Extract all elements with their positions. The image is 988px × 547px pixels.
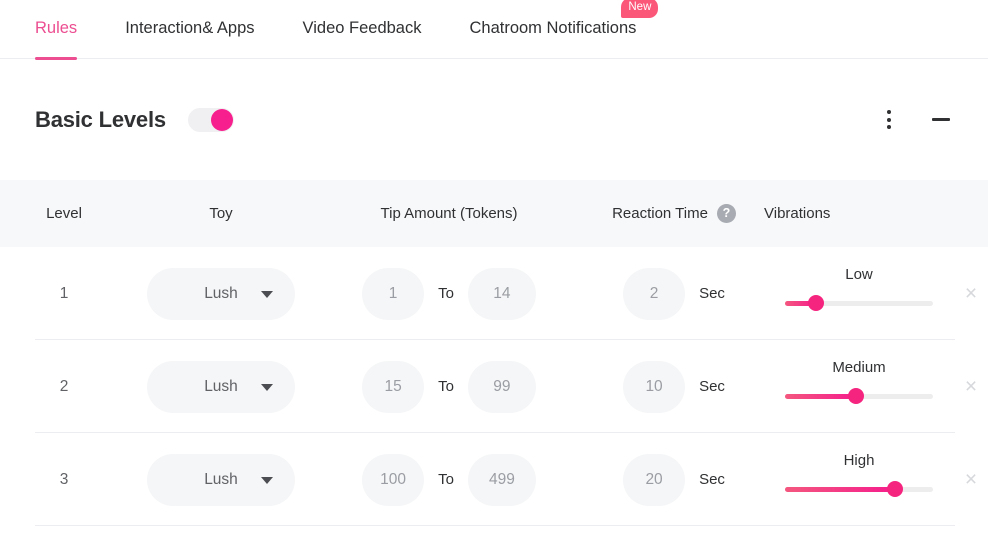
level-number: 3 <box>59 470 69 488</box>
cell-tip-amount: To <box>314 267 584 320</box>
reaction-time-input[interactable] <box>623 453 686 506</box>
tip-max-input[interactable] <box>467 360 536 413</box>
delete-row-icon[interactable]: × <box>965 376 977 397</box>
vibration-slider-knob[interactable] <box>886 481 903 497</box>
vibration-label: Low <box>845 265 873 283</box>
cell-tip-amount: To <box>314 360 584 413</box>
toy-select[interactable]: Lush <box>147 360 295 413</box>
to-label: To <box>438 471 454 488</box>
vibration-slider-knob[interactable] <box>808 295 825 311</box>
reaction-time-input[interactable] <box>623 360 686 413</box>
cell-delete: × <box>954 469 988 490</box>
cell-reaction-time: Sec <box>584 453 764 506</box>
toy-select-value: Lush <box>204 470 238 488</box>
vibration-slider-fill <box>785 393 857 399</box>
cell-toy: Lush <box>128 360 314 413</box>
chevron-down-icon <box>261 290 273 298</box>
table-row: 2 Lush To Sec Medium <box>0 340 988 433</box>
toggle-knob <box>210 108 233 131</box>
more-vertical-dots <box>887 110 891 129</box>
tab-interaction-apps-label: Interaction& Apps <box>125 18 255 37</box>
help-icon[interactable]: ? <box>716 204 736 223</box>
minus-icon[interactable] <box>929 108 953 132</box>
level-number: 1 <box>59 284 69 302</box>
cell-reaction-time: Sec <box>584 360 764 413</box>
cell-level: 1 <box>0 285 128 303</box>
vibration-slider-fill <box>785 486 895 492</box>
cell-vibrations: Medium <box>764 358 954 413</box>
cell-vibrations: High <box>764 451 954 506</box>
vibration-slider-track <box>785 295 933 311</box>
cell-delete: × <box>954 283 988 304</box>
sec-label: Sec <box>699 378 725 395</box>
table-row: 3 Lush To Sec High <box>0 433 988 526</box>
to-label: To <box>438 285 454 302</box>
column-header-toy: Toy <box>209 205 233 222</box>
tip-max-input[interactable] <box>467 453 536 506</box>
tab-rules[interactable]: Rules <box>35 18 78 60</box>
vibration-slider[interactable]: Low <box>785 265 933 320</box>
tab-chatroom-notifications[interactable]: Chatroom Notifications New <box>469 0 659 40</box>
toy-select[interactable]: Lush <box>147 453 295 506</box>
active-tab-underline <box>35 56 78 60</box>
table-header-row: Level Toy Tip Amount (Tokens) Reaction T… <box>0 180 988 247</box>
cell-reaction-time: Sec <box>584 267 764 320</box>
sec-label: Sec <box>699 285 725 302</box>
chevron-down-icon <box>261 476 273 484</box>
reaction-time-input[interactable] <box>623 267 686 320</box>
levels-table: Level Toy Tip Amount (Tokens) Reaction T… <box>0 180 988 526</box>
tip-max-input[interactable] <box>467 267 536 320</box>
vibration-label: High <box>843 451 875 469</box>
vibration-slider[interactable]: Medium <box>785 358 933 413</box>
more-vertical-icon[interactable] <box>877 108 901 132</box>
delete-row-icon[interactable]: × <box>965 469 977 490</box>
vibration-slider-track <box>785 388 933 404</box>
new-badge: New <box>621 0 659 18</box>
tab-video-feedback-label: Video Feedback <box>302 18 422 37</box>
cell-delete: × <box>954 376 988 397</box>
level-number: 2 <box>59 377 69 395</box>
minus-bar <box>932 118 950 121</box>
cell-tip-amount: To <box>314 453 584 506</box>
cell-level: 2 <box>0 378 128 396</box>
cell-level: 3 <box>0 471 128 489</box>
tab-interaction-apps[interactable]: Interaction& Apps <box>125 19 254 40</box>
delete-row-icon[interactable]: × <box>965 283 977 304</box>
cell-vibrations: Low <box>764 265 954 320</box>
cell-toy: Lush <box>128 453 314 506</box>
header-actions <box>877 108 953 132</box>
column-header-level: Level <box>46 205 82 222</box>
toy-select-value: Lush <box>204 377 238 395</box>
column-header-vibrations: Vibrations <box>764 205 831 222</box>
sec-label: Sec <box>699 471 725 488</box>
column-header-reaction-time: Reaction Time ? <box>584 204 764 223</box>
tab-bar: Rules Interaction& Apps Video Feedback C… <box>0 0 988 60</box>
tip-min-input[interactable] <box>362 453 425 506</box>
table-row: 1 Lush To Sec Low <box>0 247 988 340</box>
column-header-tip-amount: Tip Amount (Tokens) <box>380 205 518 222</box>
column-header-reaction-time-label: Reaction Time <box>612 205 708 222</box>
vibration-label: Medium <box>832 358 886 376</box>
vibration-slider[interactable]: High <box>785 451 933 506</box>
page-title: Basic Levels <box>35 106 166 132</box>
vibration-slider-track <box>785 481 933 497</box>
tip-min-input[interactable] <box>362 267 425 320</box>
section-header: Basic Levels <box>0 59 988 180</box>
toy-select-value: Lush <box>204 284 238 302</box>
tab-rules-label: Rules <box>35 18 78 37</box>
cell-toy: Lush <box>128 267 314 320</box>
basic-levels-toggle[interactable] <box>187 107 234 132</box>
tab-chatroom-notifications-label: Chatroom Notifications <box>469 18 637 37</box>
to-label: To <box>438 378 454 395</box>
tab-video-feedback[interactable]: Video Feedback <box>303 19 422 40</box>
toy-select[interactable]: Lush <box>147 267 295 320</box>
chevron-down-icon <box>261 383 273 391</box>
tip-min-input[interactable] <box>362 360 425 413</box>
vibration-slider-knob[interactable] <box>848 388 865 404</box>
